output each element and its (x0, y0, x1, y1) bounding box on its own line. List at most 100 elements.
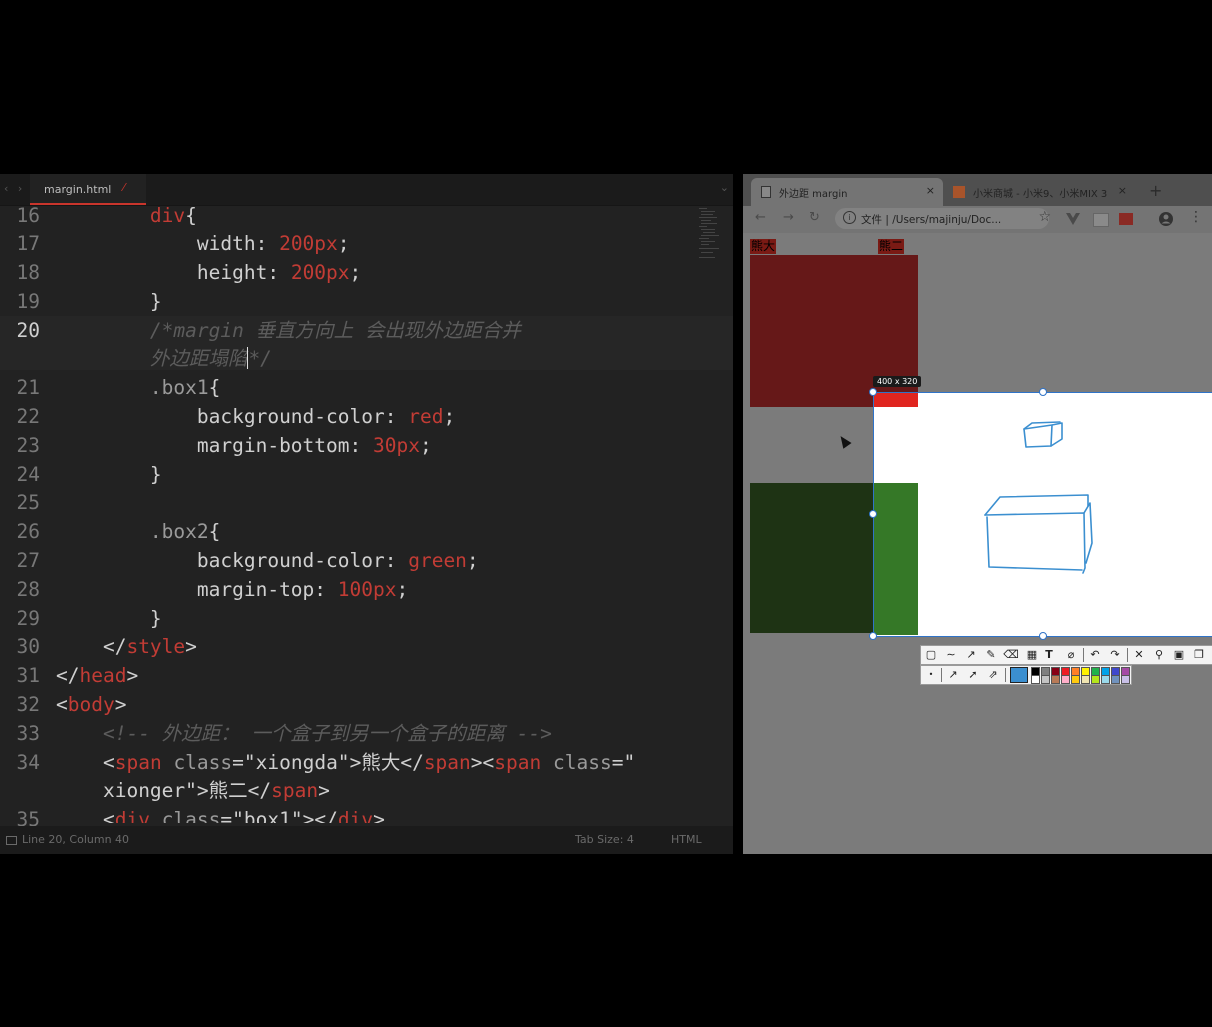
tab-margin-html[interactable]: margin.html ⁄ (30, 174, 146, 205)
code-line-33: <!-- 外边距： 一个盒子到另一个盒子的距离 --> (102, 722, 552, 745)
color-swatch[interactable] (1121, 675, 1130, 684)
address-bar[interactable]: i 文件 | /Users/majinju/Doc... ☆ (835, 208, 1051, 229)
label-xiongda: 熊大 (750, 239, 777, 254)
cursor-position[interactable]: Line 20, Column 40 (22, 833, 129, 846)
forward-icon[interactable]: → (783, 210, 794, 225)
undo-icon[interactable]: ↶ (1087, 647, 1103, 663)
browser-tab-strip: 外边距 margin × 小米商城 - 小米9、小米MIX 3 × + (743, 174, 1212, 206)
arrow-style-solid-icon[interactable]: ➚ (965, 667, 981, 683)
code-line-28: margin-top: 100px; (196, 578, 409, 601)
page-viewport: 熊大 熊二 400 x 320 ▢ ∼ ↗ ✎ ⌫ ▦ T ⌀ ↶ ↷ ✕ ⚲ … (743, 233, 1212, 854)
line-number-gutter: 16 17 18 19 20 21 22 23 24 25 26 27 28 29 30 31 32 33 34 35 (0, 204, 50, 831)
tab-size[interactable]: Tab Size: 4 (575, 833, 634, 846)
profile-avatar-icon[interactable] (1158, 211, 1174, 227)
color-swatch[interactable] (1051, 675, 1060, 684)
mosaic-tool-icon[interactable]: ▦ (1024, 647, 1040, 663)
close-tab-icon[interactable]: × (1118, 184, 1127, 197)
line-number: 33 (16, 722, 40, 745)
browser-tab-margin[interactable]: 外边距 margin × (751, 178, 943, 206)
mouse-cursor-icon (836, 433, 852, 449)
status-bar: Line 20, Column 40 Tab Size: 4 HTML (0, 826, 733, 854)
new-tab-button[interactable]: + (1149, 181, 1162, 200)
text-tool-icon[interactable]: T (1041, 647, 1057, 663)
code-editor[interactable]: ‹ › margin.html ⁄ ⌄ 16 17 18 19 20 21 22 23 24 25… (0, 174, 733, 854)
resize-handle-sw[interactable] (869, 632, 877, 640)
code-line-17: width: 200px; (196, 232, 350, 255)
code-line-27: background-color: green; (196, 549, 479, 572)
snip-style-toolbar: • ↗ ➚ ⇗ (920, 665, 1132, 685)
resize-handle-n[interactable] (1039, 388, 1047, 396)
save-icon[interactable]: ▣ (1171, 647, 1187, 663)
code-line-34-wrap: xionger">熊二</span> (102, 779, 330, 802)
snip-selection-region[interactable] (873, 392, 1212, 637)
minimap[interactable] (697, 208, 723, 268)
line-number: 30 (16, 635, 40, 658)
code-line-23: margin-bottom: 30px; (196, 434, 432, 457)
panel-icon[interactable] (6, 836, 17, 845)
highlighter-tool-icon[interactable]: ⌫ (1003, 647, 1019, 663)
browser-window: 外边距 margin × 小米商城 - 小米9、小米MIX 3 × + ← → … (743, 174, 1212, 854)
code-line-21: .box1{ (149, 376, 221, 399)
redo-icon[interactable]: ↷ (1107, 647, 1123, 663)
modified-icon[interactable]: ⁄ (123, 181, 125, 194)
line-number: 28 (16, 578, 40, 601)
info-icon[interactable]: i (843, 211, 856, 224)
label-xionger: 熊二 (878, 239, 905, 254)
code-line-31: </head> (56, 664, 139, 687)
code-line-19: } (149, 290, 162, 313)
line-number: 21 (16, 376, 40, 399)
line-number: 16 (16, 204, 40, 227)
color-swatch[interactable] (1081, 675, 1090, 684)
chevron-down-icon[interactable]: ⌄ (720, 181, 729, 194)
syntax-language[interactable]: HTML (671, 833, 702, 846)
close-tab-icon[interactable]: × (926, 184, 935, 197)
extension-icon[interactable] (1093, 213, 1109, 227)
pen-tool-icon[interactable]: ✎ (983, 647, 999, 663)
arrow-tool-icon[interactable]: ↗ (963, 647, 979, 663)
color-swatch[interactable] (1061, 675, 1070, 684)
color-swatch[interactable] (1101, 675, 1110, 684)
color-swatch[interactable] (1031, 675, 1040, 684)
address-url: /Users/majinju/Doc... (892, 214, 1002, 226)
line-number: 17 (16, 232, 40, 255)
vue-devtools-icon[interactable] (1066, 213, 1080, 225)
browser-tab-xiaomi[interactable]: 小米商城 - 小米9、小米MIX 3 × (945, 178, 1135, 206)
code-line-20: /*margin 垂直方向上 会出现外边距合并 (149, 319, 521, 342)
color-swatch[interactable] (1111, 675, 1120, 684)
close-icon[interactable]: ✕ (1131, 647, 1147, 663)
snip-toolbar: ▢ ∼ ↗ ✎ ⌫ ▦ T ⌀ ↶ ↷ ✕ ⚲ ▣ ❐ (920, 645, 1212, 665)
color-swatch[interactable] (1091, 675, 1100, 684)
eraser-tool-icon[interactable]: ⌀ (1063, 647, 1079, 663)
line-number: 18 (16, 261, 40, 284)
resize-handle-w[interactable] (869, 510, 877, 518)
color-swatch[interactable] (1041, 675, 1050, 684)
line-number: 31 (16, 664, 40, 687)
resize-handle-nw[interactable] (869, 388, 877, 396)
code-area[interactable]: div{ width: 200px; height: 200px; } /*ma… (56, 205, 696, 823)
arrow-style-hollow-icon[interactable]: ⇗ (985, 667, 1001, 683)
bookmark-star-icon[interactable]: ☆ (1038, 209, 1051, 225)
line-number: 23 (16, 434, 40, 457)
curve-tool-icon[interactable]: ∼ (943, 647, 959, 663)
line-number: 20 (16, 319, 40, 342)
reload-icon[interactable]: ↻ (809, 210, 820, 225)
code-line-24: } (149, 463, 162, 486)
editor-tab-bar: ‹ › margin.html ⁄ ⌄ (0, 174, 733, 206)
resize-handle-s[interactable] (1039, 632, 1047, 640)
copy-icon[interactable]: ❐ (1191, 647, 1207, 663)
back-icon[interactable]: ← (755, 210, 766, 225)
menu-kebab-icon[interactable]: ⋮ (1189, 209, 1203, 225)
current-color-swatch[interactable] (1010, 667, 1028, 683)
dot-size-icon[interactable]: • (923, 667, 939, 683)
pin-icon[interactable]: ⚲ (1151, 647, 1167, 663)
code-line-22: background-color: red; (196, 405, 456, 428)
rect-tool-icon[interactable]: ▢ (923, 647, 939, 663)
code-line-30: </style> (102, 635, 197, 658)
browser-toolbar: ← → ↻ i 文件 | /Users/majinju/Doc... ☆ ⋮ (743, 206, 1212, 233)
tab-nav-arrows[interactable]: ‹ › (4, 182, 25, 195)
feedly-extension-icon[interactable] (1119, 213, 1133, 225)
line-number: 26 (16, 520, 40, 543)
arrow-style-thin-icon[interactable]: ↗ (945, 667, 961, 683)
color-swatch[interactable] (1071, 675, 1080, 684)
tab-title: 外边距 margin (779, 189, 848, 200)
